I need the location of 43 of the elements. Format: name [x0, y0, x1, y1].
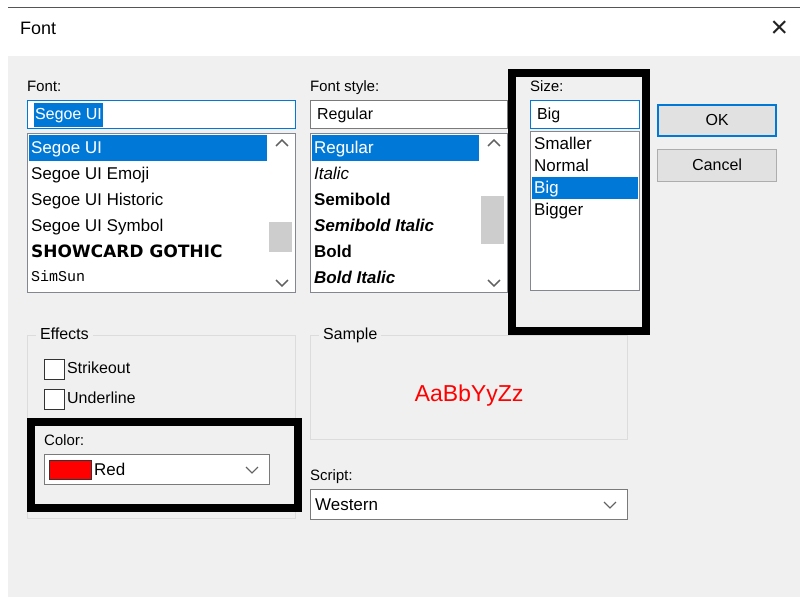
list-item[interactable]: Segoe UI Emoji [29, 161, 267, 187]
size-label: Size: [530, 78, 564, 96]
text-field[interactable]: Segoe UI [27, 100, 296, 129]
window-title: Font [20, 16, 56, 40]
list-item[interactable]: Semibold Italic [312, 213, 479, 239]
list-item[interactable]: Regular [312, 135, 479, 161]
list-item[interactable]: Big [532, 177, 638, 199]
list-item[interactable]: SimSun [29, 265, 267, 291]
list-item[interactable]: Segoe UI Historic [29, 187, 267, 213]
list-item[interactable]: Italic [312, 161, 479, 187]
scroll-down-icon[interactable] [486, 279, 500, 288]
text-field[interactable]: Big [530, 100, 640, 129]
list-item[interactable]: Bold [312, 239, 479, 265]
scroll-up-icon[interactable] [486, 138, 500, 147]
text-field[interactable]: Regular [310, 100, 508, 129]
close-button[interactable]: × [766, 13, 792, 43]
dialog-button[interactable]: OK [657, 104, 777, 137]
list-item[interactable]: Normal [532, 155, 638, 177]
group-title: Sample [319, 326, 382, 344]
checkbox[interactable] [44, 358, 65, 380]
dialog-button[interactable]: Cancel [657, 149, 777, 182]
color-dropdown[interactable]: Red [44, 454, 270, 485]
scrollbar-thumb[interactable] [481, 196, 504, 244]
font-label: Font: [27, 78, 62, 96]
list-item[interactable]: Segoe UI [29, 135, 267, 161]
sample-text: AaBbYyZz [414, 379, 524, 408]
list-item[interactable]: Bold Italic [312, 265, 479, 291]
scroll-up-icon[interactable] [274, 138, 288, 147]
checkbox-label: Strikeout [67, 359, 130, 379]
checkbox-label: Underline [67, 389, 136, 409]
dropdown-caret-icon [245, 466, 259, 474]
color-label: Color: [44, 432, 86, 450]
list-item[interactable]: Semibold [312, 187, 479, 213]
checkbox[interactable] [44, 388, 65, 410]
list-item[interactable]: Bigger [532, 199, 638, 221]
scroll-down-icon[interactable] [274, 279, 288, 288]
scrollbar-thumb[interactable] [269, 222, 292, 252]
list-item[interactable]: Smaller [532, 133, 638, 155]
dropdown-caret-icon [603, 500, 617, 508]
list-item[interactable]: Segoe UI Symbol [29, 213, 267, 239]
list-item[interactable]: SHOWCARD GOTHIC [29, 239, 267, 265]
script-dropdown[interactable]: Western [310, 489, 628, 520]
script-label: Script: [310, 467, 354, 485]
